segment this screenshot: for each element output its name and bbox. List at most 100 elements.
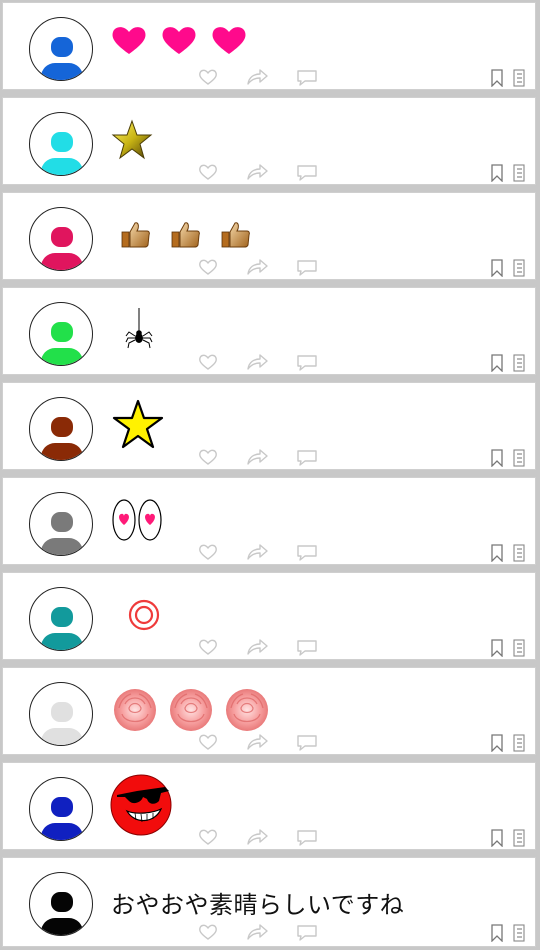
post-side-actions [491,69,531,89]
comment-bubble-icon[interactable] [296,449,317,466]
comment-bubble-icon[interactable] [296,734,317,751]
bookmark-icon[interactable] [491,69,503,91]
bookmark-icon[interactable] [491,259,503,281]
pink-rose-icon [223,686,271,738]
thumbs-up-icon [171,221,201,253]
share-arrow-icon[interactable] [246,354,268,370]
like-heart-icon[interactable] [198,69,217,85]
comment-bubble-icon[interactable] [296,544,317,561]
post-actions [198,69,328,87]
share-arrow-icon[interactable] [246,829,268,845]
menu-icon[interactable] [513,354,525,376]
post-side-actions [491,829,531,849]
post-card[interactable] [2,192,536,280]
avatar[interactable] [29,397,93,461]
avatar[interactable] [29,302,93,366]
post-card[interactable]: おやおや素晴らしいですね [2,857,536,947]
comment-bubble-icon[interactable] [296,259,317,276]
avatar[interactable] [29,17,93,81]
yellow-star-icon [111,399,165,455]
share-arrow-icon[interactable] [246,639,268,655]
post-card[interactable] [2,97,536,185]
comment-bubble-icon[interactable] [296,69,317,86]
menu-icon[interactable] [513,164,525,186]
avatar-head [51,607,73,627]
post-card[interactable] [2,287,536,375]
like-heart-icon[interactable] [198,164,217,180]
post-card[interactable] [2,667,536,755]
post-card[interactable] [2,477,536,565]
heart-icon [161,26,197,60]
like-heart-icon[interactable] [198,544,217,560]
menu-icon[interactable] [513,924,525,946]
heart-eyes-icon [111,498,163,546]
comment-bubble-icon[interactable] [296,354,317,371]
like-heart-icon[interactable] [198,259,217,275]
avatar[interactable] [29,492,93,556]
avatar[interactable] [29,207,93,271]
avatar-head [51,132,73,152]
avatar[interactable] [29,872,93,936]
like-heart-icon[interactable] [198,354,217,370]
avatar-head [51,227,73,247]
pink-rose-icon [111,686,159,738]
post-text: おやおや素晴らしいですね [111,890,405,919]
bookmark-icon[interactable] [491,449,503,471]
menu-icon[interactable] [513,734,525,756]
share-arrow-icon[interactable] [246,164,268,180]
like-heart-icon[interactable] [198,829,217,845]
comment-bubble-icon[interactable] [296,639,317,656]
heart-icon [111,26,147,60]
post-feed: おやおや素晴らしいですね [0,0,540,950]
bookmark-icon[interactable] [491,639,503,661]
menu-icon[interactable] [513,259,525,281]
share-arrow-icon[interactable] [246,734,268,750]
avatar[interactable] [29,587,93,651]
avatar-body [41,63,83,80]
post-side-actions [491,639,531,659]
avatar-body [41,158,83,175]
share-arrow-icon[interactable] [246,544,268,560]
post-card[interactable] [2,572,536,660]
menu-icon[interactable] [513,544,525,566]
like-heart-icon[interactable] [198,639,217,655]
post-side-actions [491,924,531,944]
share-arrow-icon[interactable] [246,924,268,940]
post-card[interactable] [2,762,536,850]
avatar[interactable] [29,682,93,746]
post-actions [198,354,328,372]
bookmark-icon[interactable] [491,544,503,566]
avatar[interactable] [29,777,93,841]
avatar-head [51,892,73,912]
bookmark-icon[interactable] [491,829,503,851]
like-heart-icon[interactable] [198,734,217,750]
menu-icon[interactable] [513,69,525,91]
menu-icon[interactable] [513,449,525,471]
post-card[interactable] [2,382,536,470]
share-arrow-icon[interactable] [246,69,268,85]
post-actions [198,449,328,467]
comment-bubble-icon[interactable] [296,164,317,181]
menu-icon[interactable] [513,639,525,661]
share-arrow-icon[interactable] [246,449,268,465]
share-arrow-icon[interactable] [246,259,268,275]
bookmark-icon[interactable] [491,354,503,376]
post-card[interactable] [2,2,536,90]
avatar-head [51,702,73,722]
bookmark-icon[interactable] [491,734,503,756]
avatar-head [51,322,73,342]
menu-icon[interactable] [513,829,525,851]
post-actions [198,259,328,277]
bookmark-icon[interactable] [491,164,503,186]
comment-bubble-icon[interactable] [296,924,317,941]
pink-rose-icon [167,686,215,738]
like-heart-icon[interactable] [198,449,217,465]
avatar-head [51,417,73,437]
thumbs-up-icon [121,221,151,253]
avatar-body [41,823,83,840]
bookmark-icon[interactable] [491,924,503,946]
like-heart-icon[interactable] [198,924,217,940]
comment-bubble-icon[interactable] [296,829,317,846]
post-side-actions [491,259,531,279]
avatar[interactable] [29,112,93,176]
